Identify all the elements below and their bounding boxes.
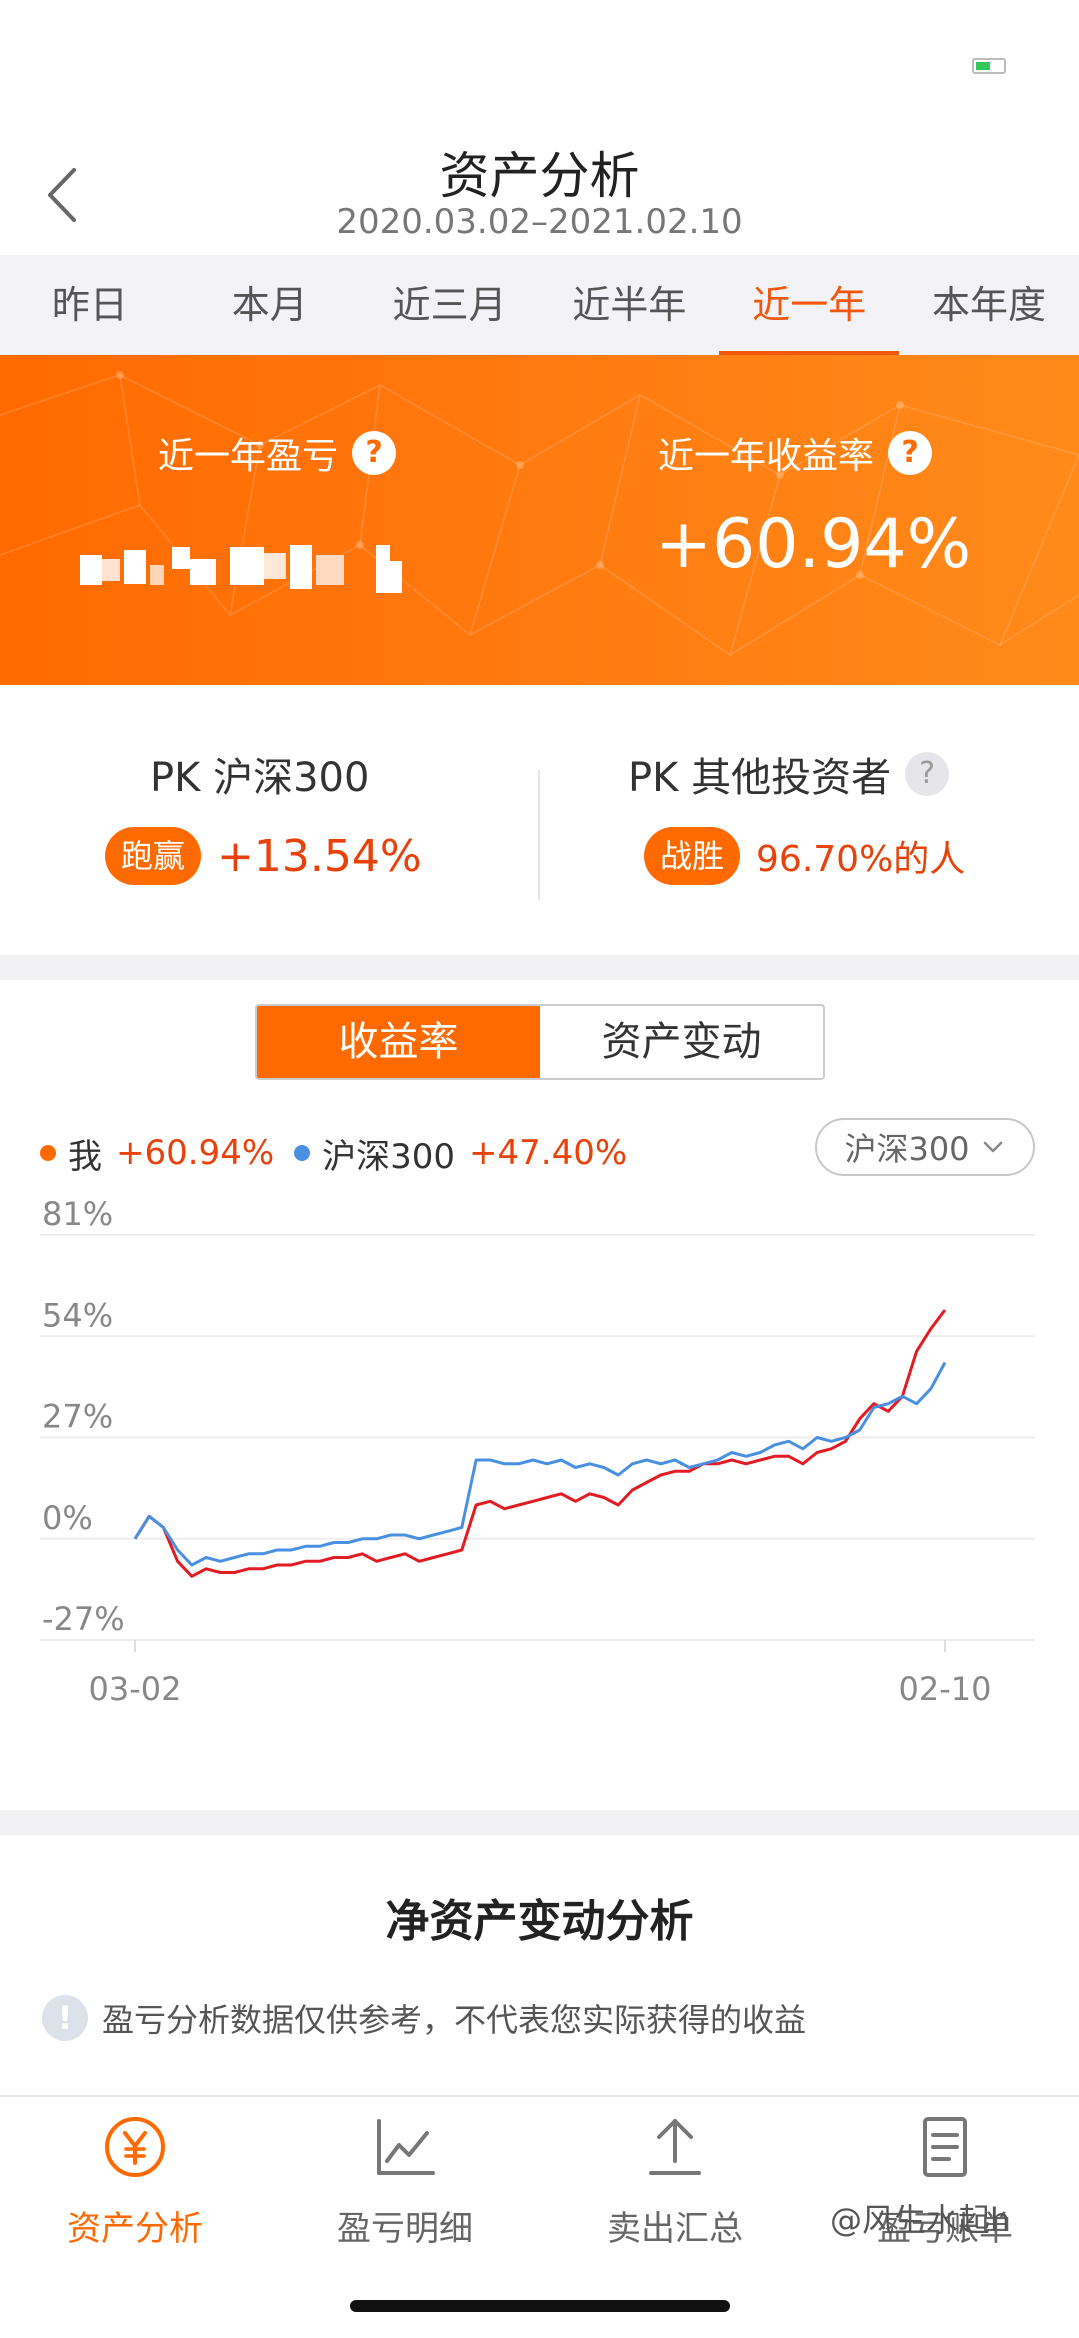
nav-sell-summary[interactable]: 卖出汇总 (540, 2115, 810, 2265)
my-series-value: +60.94% (116, 1133, 275, 1173)
y-tick-label: 54% (42, 1296, 113, 1334)
net-asset-panel: 净资产变动分析 ! 盈亏分析数据仅供参考，不代表您实际获得的收益 (0, 1835, 1079, 2095)
pk-investors-title: PK 其他投资者 ? (628, 745, 950, 803)
back-button[interactable] (40, 160, 90, 230)
disclaimer: ! 盈亏分析数据仅供参考，不代表您实际获得的收益 (42, 1995, 806, 2041)
chart-panel: 收益率 资产变动 我 +60.94% 沪深300 +47.40% 沪深300 8… (0, 980, 1079, 1810)
benchmark-select-label: 沪深300 (844, 1130, 970, 1168)
date-range: 2020.03.02–2021.02.10 (336, 202, 743, 242)
y-tick-label: -27% (42, 1600, 125, 1638)
return-chart[interactable]: 81% 54% 27% 0% -27% 03-02 02-10 (0, 1190, 1079, 1730)
tab-this-month[interactable]: 本月 (180, 255, 360, 355)
pk-help-icon[interactable]: ? (905, 752, 950, 796)
tab-three-months[interactable]: 近三月 (360, 255, 540, 355)
chevron-down-icon (983, 1141, 1002, 1153)
rate-label-group: 近一年收益率 ? (658, 427, 933, 479)
page-title: 资产分析 (439, 147, 640, 205)
pnl-label: 近一年盈亏 (158, 436, 339, 477)
bench-series-name: 沪深300 (322, 1136, 456, 1177)
bill-icon (923, 2117, 967, 2177)
rate-help-icon[interactable]: ? (888, 431, 933, 475)
tab-one-year[interactable]: 近一年 (719, 255, 899, 355)
pk-investors-label: PK 其他投资者 (628, 755, 892, 801)
chart-legend: 我 +60.94% 沪深300 +47.40% (40, 1128, 647, 1178)
return-rate-value: +60.94% (655, 505, 972, 584)
beat-badge: 跑赢 (105, 827, 202, 885)
chevron-left-icon (48, 168, 76, 222)
bench-series-value: +47.40% (469, 1133, 628, 1173)
tab-this-year[interactable]: 本年度 (899, 255, 1079, 355)
pnl-label-group: 近一年盈亏 ? (158, 427, 397, 479)
pk-index-title: PK 沪深300 (150, 745, 369, 803)
home-indicator (350, 2300, 730, 2312)
disclaimer-text: 盈亏分析数据仅供参考，不代表您实际获得的收益 (102, 2001, 807, 2039)
nav-pnl-detail[interactable]: 盈亏明细 (270, 2115, 540, 2265)
info-icon: ! (42, 1995, 88, 2041)
summary-hero: 近一年盈亏 ? 近一年收益率 ? +60.94% (0, 355, 1079, 685)
nav-asset-analysis-label: 资产分析 (67, 2209, 203, 2249)
yen-icon (105, 2117, 165, 2177)
pnl-value-mosaic (80, 545, 402, 593)
x-tick-label: 03-02 (89, 1670, 182, 1708)
percentile-value: 96.70%的人 (756, 839, 966, 880)
rate-label: 近一年收益率 (658, 436, 875, 477)
benchmark-select[interactable]: 沪深300 (815, 1118, 1035, 1176)
my-series-line (133, 1309, 947, 1578)
asset-change-tab[interactable]: 资产变动 (540, 1006, 823, 1078)
nav-header: 资产分析 2020.03.02–2021.02.10 (0, 130, 1079, 255)
benchmark-series-line (133, 1361, 947, 1567)
watermark: @风生水起h (830, 2201, 1011, 2239)
tab-yesterday[interactable]: 昨日 (0, 255, 180, 355)
win-badge: 战胜 (644, 827, 741, 885)
chart-mode-toggle: 收益率 资产变动 (255, 1004, 825, 1080)
nav-asset-analysis[interactable]: 资产分析 (0, 2115, 270, 2265)
nav-sell-summary-label: 卖出汇总 (607, 2209, 743, 2249)
y-tick-label: 27% (42, 1398, 113, 1436)
pnl-help-icon[interactable]: ? (352, 431, 397, 475)
bench-legend-dot (294, 1145, 311, 1161)
battery-icon (972, 58, 1006, 74)
y-tick-label: 81% (42, 1195, 113, 1233)
nav-pnl-detail-label: 盈亏明细 (337, 2209, 473, 2249)
net-asset-title: 净资产变动分析 (385, 1896, 694, 1947)
return-rate-tab[interactable]: 收益率 (257, 1006, 540, 1078)
pk-index-label: PK 沪深300 (150, 755, 370, 801)
pk-index-row: 跑赢 +13.54% (105, 827, 422, 885)
y-tick-label: 0% (42, 1499, 93, 1537)
x-tick-label: 02-10 (899, 1670, 992, 1708)
excess-return-value: +13.54% (217, 830, 422, 882)
pk-investors-row: 战胜 96.70%的人 (644, 827, 965, 885)
nav-pnl-bill[interactable]: 盈亏账单 (810, 2115, 1079, 2265)
line-chart-icon (377, 2119, 435, 2175)
status-bar (0, 0, 1079, 130)
divider (538, 770, 540, 900)
upload-icon (649, 2119, 701, 2175)
tab-half-year[interactable]: 近半年 (539, 255, 719, 355)
my-series-name: 我 (68, 1136, 102, 1177)
pk-panel: PK 沪深300 跑赢 +13.54% PK 其他投资者 ? 战胜 96.70%… (0, 685, 1079, 955)
period-tabs: 昨日 本月 近三月 近半年 近一年 本年度 (0, 255, 1079, 355)
my-legend-dot (40, 1145, 56, 1161)
